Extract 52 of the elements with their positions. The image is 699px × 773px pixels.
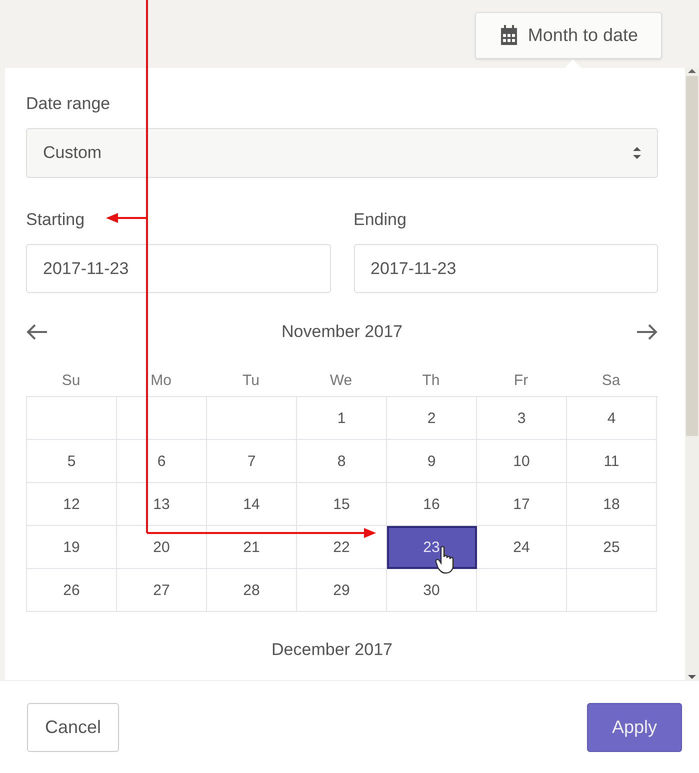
day-cell[interactable]: 1 — [297, 397, 387, 440]
day-cell[interactable]: 4 — [567, 397, 657, 440]
day-cell[interactable]: 11 — [567, 440, 657, 483]
date-input[interactable]: 2017-11-23 — [26, 244, 330, 293]
day-cell[interactable]: 19 — [27, 526, 117, 569]
day-cell[interactable]: 20 — [117, 526, 207, 569]
day-cell[interactable]: 26 — [27, 569, 117, 612]
day-cell[interactable]: 14 — [207, 483, 297, 526]
next-arrow-icon[interactable] — [636, 324, 658, 340]
day-cell[interactable]: 28 — [207, 569, 297, 612]
field-label: Ending — [354, 210, 406, 230]
date-range-select[interactable]: Custom — [26, 128, 658, 178]
weekday-label: Su — [62, 372, 80, 388]
day-cell[interactable]: 2 — [387, 397, 477, 440]
day-cell[interactable]: 10 — [477, 440, 567, 483]
day-cell[interactable]: 3 — [477, 397, 567, 440]
scroll-up-icon[interactable] — [688, 68, 696, 74]
scrollbar[interactable] — [685, 68, 699, 680]
annotation-arrow — [106, 213, 147, 223]
day-cell[interactable]: 13 — [117, 483, 207, 526]
day-cell[interactable]: 6 — [117, 440, 207, 483]
month-to-date-button[interactable]: Month to date — [474, 12, 662, 59]
day-cell[interactable]: 25 — [567, 526, 657, 569]
previous-arrow-icon[interactable] — [26, 324, 48, 340]
date-input[interactable]: 2017-11-23 — [354, 244, 658, 293]
day-cell[interactable]: 9 — [387, 440, 477, 483]
day-cell[interactable]: 30 — [387, 569, 477, 612]
weekday-label: We — [330, 372, 352, 388]
day-cell[interactable]: 17 — [477, 483, 567, 526]
field-label: Starting — [26, 210, 85, 230]
day-cell[interactable]: 8 — [297, 440, 387, 483]
weekday-label: Tu — [242, 372, 260, 388]
field-label: Date range — [26, 94, 110, 114]
weekday-label: Mo — [150, 372, 172, 388]
action-button[interactable]: Cancel — [27, 702, 120, 752]
day-cell[interactable]: 15 — [297, 483, 387, 526]
updown-icon — [633, 147, 641, 159]
day-cell[interactable]: 27 — [117, 569, 207, 612]
day-cell[interactable]: 5 — [27, 440, 117, 483]
day-cell[interactable]: 29 — [297, 569, 387, 612]
action-button[interactable]: Apply — [587, 702, 682, 752]
weekday-label: Sa — [602, 372, 620, 388]
day-cell[interactable]: 12 — [27, 483, 117, 526]
day-cell[interactable]: 21 — [207, 526, 297, 569]
calendar-icon — [498, 25, 519, 46]
weekday-label: Th — [422, 372, 440, 388]
day-cell[interactable]: 24 — [477, 526, 567, 569]
month-title: December 2017 — [270, 640, 394, 660]
day-cell[interactable]: 7 — [207, 440, 297, 483]
weekday-label: Fr — [514, 372, 528, 388]
day-cell[interactable]: 18 — [567, 483, 657, 526]
month-title: November 2017 — [282, 322, 402, 342]
